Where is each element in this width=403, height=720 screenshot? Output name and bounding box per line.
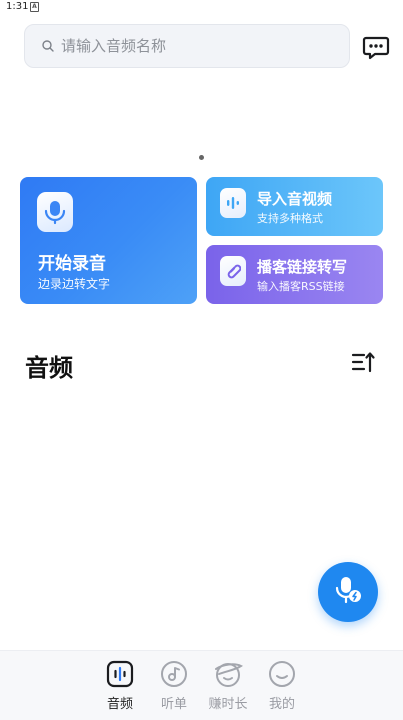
link-icon bbox=[220, 256, 246, 286]
nav-item-audio[interactable]: 音频 bbox=[92, 659, 148, 712]
nav-label-audio: 音频 bbox=[106, 697, 133, 712]
search-input[interactable] bbox=[59, 36, 323, 56]
carousel-indicator bbox=[199, 155, 204, 160]
audio-icon bbox=[105, 659, 135, 689]
nav-label-profile: 我的 bbox=[268, 697, 295, 712]
nav-item-profile[interactable]: 我的 bbox=[254, 659, 310, 712]
sort-icon bbox=[351, 350, 377, 378]
start-recording-subtitle: 边录边转文字 bbox=[38, 277, 111, 291]
music-disc-icon bbox=[159, 659, 189, 689]
profile-face-icon bbox=[267, 659, 297, 689]
microphone-icon bbox=[37, 192, 73, 232]
message-dots-icon bbox=[362, 33, 390, 65]
microphone-add-icon bbox=[333, 574, 363, 610]
search-bar[interactable] bbox=[24, 24, 350, 68]
status-time: 1:31 bbox=[6, 1, 29, 12]
podcast-link-card[interactable]: 播客链接转写 输入播客RSS链接 bbox=[206, 245, 383, 304]
nav-label-earn-time: 赚时长 bbox=[208, 697, 248, 712]
sort-button[interactable] bbox=[349, 350, 379, 378]
podcast-link-title: 播客链接转写 bbox=[257, 258, 348, 276]
message-button[interactable] bbox=[361, 34, 391, 64]
notification-icon: A bbox=[30, 2, 39, 12]
nav-item-earn-time[interactable]: 赚时长 bbox=[200, 659, 256, 712]
import-media-title: 导入音视频 bbox=[257, 190, 333, 208]
start-recording-title: 开始录音 bbox=[38, 254, 106, 274]
search-icon bbox=[41, 39, 55, 53]
nav-label-playlist: 听单 bbox=[160, 697, 187, 712]
section-title: 音频 bbox=[25, 354, 73, 382]
bottom-navigation: 音频 听单 赚时长 我的 bbox=[0, 650, 403, 720]
import-media-subtitle: 支持多种格式 bbox=[257, 212, 323, 225]
start-recording-card[interactable]: 开始录音 边录边转文字 bbox=[20, 177, 197, 304]
waveform-icon bbox=[220, 188, 246, 218]
podcast-link-subtitle: 输入播客RSS链接 bbox=[257, 280, 345, 293]
import-media-card[interactable]: 导入音视频 支持多种格式 bbox=[206, 177, 383, 236]
record-fab-button[interactable] bbox=[318, 562, 378, 622]
status-bar: 1:31 A bbox=[0, 0, 403, 16]
earn-time-icon bbox=[213, 659, 243, 689]
nav-item-playlist[interactable]: 听单 bbox=[146, 659, 202, 712]
